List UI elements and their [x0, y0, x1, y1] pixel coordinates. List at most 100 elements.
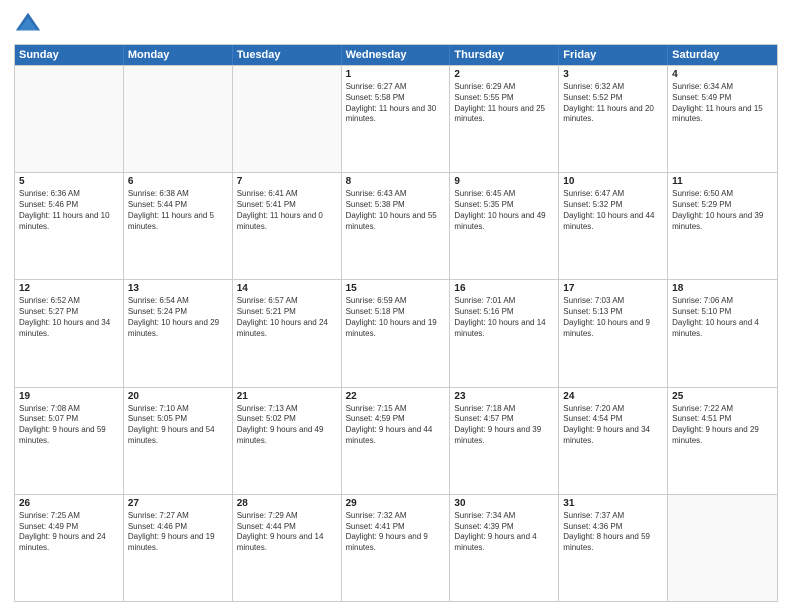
- cell-info: Sunrise: 6:52 AM Sunset: 5:27 PM Dayligh…: [19, 296, 119, 339]
- calendar-row: 26 Sunrise: 7:25 AM Sunset: 4:49 PM Dayli…: [15, 494, 777, 601]
- calendar-cell: 21 Sunrise: 7:13 AM Sunset: 5:02 PM Dayli…: [233, 388, 342, 494]
- cell-info: Sunrise: 6:41 AM Sunset: 5:41 PM Dayligh…: [237, 189, 337, 232]
- cell-info: Sunrise: 7:13 AM Sunset: 5:02 PM Dayligh…: [237, 404, 337, 447]
- day-number: 22: [346, 391, 446, 402]
- cell-info: Sunrise: 7:06 AM Sunset: 5:10 PM Dayligh…: [672, 296, 773, 339]
- calendar-cell: [668, 495, 777, 601]
- day-number: 12: [19, 283, 119, 294]
- calendar-cell: 2Sunrise: 6:29 AM Sunset: 5:55 PM Daylig…: [450, 66, 559, 172]
- day-number: 5: [19, 176, 119, 187]
- calendar-cell: 23 Sunrise: 7:18 AM Sunset: 4:57 PM Dayli…: [450, 388, 559, 494]
- calendar-cell: 16 Sunrise: 7:01 AM Sunset: 5:16 PM Dayli…: [450, 280, 559, 386]
- cell-info: Sunrise: 7:34 AM Sunset: 4:39 PM Dayligh…: [454, 511, 554, 554]
- cell-info: Sunrise: 7:27 AM Sunset: 4:46 PM Dayligh…: [128, 511, 228, 554]
- weekday-header: Monday: [124, 45, 233, 65]
- logo-icon: [14, 10, 42, 38]
- calendar-cell: 18 Sunrise: 7:06 AM Sunset: 5:10 PM Dayli…: [668, 280, 777, 386]
- day-number: 6: [128, 176, 228, 187]
- cell-info: Sunrise: 7:18 AM Sunset: 4:57 PM Dayligh…: [454, 404, 554, 447]
- cell-info: Sunrise: 7:25 AM Sunset: 4:49 PM Dayligh…: [19, 511, 119, 554]
- cell-info: Sunrise: 6:47 AM Sunset: 5:32 PM Dayligh…: [563, 189, 663, 232]
- weekday-header: Tuesday: [233, 45, 342, 65]
- calendar-cell: 13 Sunrise: 6:54 AM Sunset: 5:24 PM Dayli…: [124, 280, 233, 386]
- weekday-header: Thursday: [450, 45, 559, 65]
- cell-info: Sunrise: 7:29 AM Sunset: 4:44 PM Dayligh…: [237, 511, 337, 554]
- cell-info: Sunrise: 6:43 AM Sunset: 5:38 PM Dayligh…: [346, 189, 446, 232]
- calendar-cell: 27 Sunrise: 7:27 AM Sunset: 4:46 PM Dayli…: [124, 495, 233, 601]
- day-number: 7: [237, 176, 337, 187]
- day-number: 19: [19, 391, 119, 402]
- calendar-cell: 19 Sunrise: 7:08 AM Sunset: 5:07 PM Dayli…: [15, 388, 124, 494]
- calendar-row: 5 Sunrise: 6:36 AM Sunset: 5:46 PM Daylig…: [15, 172, 777, 279]
- cell-info: Sunrise: 6:45 AM Sunset: 5:35 PM Dayligh…: [454, 189, 554, 232]
- day-number: 21: [237, 391, 337, 402]
- calendar-cell: 9 Sunrise: 6:45 AM Sunset: 5:35 PM Daylig…: [450, 173, 559, 279]
- calendar-cell: 10 Sunrise: 6:47 AM Sunset: 5:32 PM Dayli…: [559, 173, 668, 279]
- day-number: 16: [454, 283, 554, 294]
- calendar-header: SundayMondayTuesdayWednesdayThursdayFrid…: [15, 45, 777, 65]
- cell-info: Sunrise: 7:10 AM Sunset: 5:05 PM Dayligh…: [128, 404, 228, 447]
- cell-info: Sunrise: 7:20 AM Sunset: 4:54 PM Dayligh…: [563, 404, 663, 447]
- calendar-cell: 11 Sunrise: 6:50 AM Sunset: 5:29 PM Dayli…: [668, 173, 777, 279]
- calendar-page: SundayMondayTuesdayWednesdayThursdayFrid…: [0, 0, 792, 612]
- cell-info: Sunrise: 6:29 AM Sunset: 5:55 PM Dayligh…: [454, 82, 554, 125]
- calendar: SundayMondayTuesdayWednesdayThursdayFrid…: [14, 44, 778, 602]
- cell-info: Sunrise: 6:36 AM Sunset: 5:46 PM Dayligh…: [19, 189, 119, 232]
- day-number: 25: [672, 391, 773, 402]
- calendar-cell: 26 Sunrise: 7:25 AM Sunset: 4:49 PM Dayli…: [15, 495, 124, 601]
- day-number: 30: [454, 498, 554, 509]
- weekday-header: Wednesday: [342, 45, 451, 65]
- day-number: 24: [563, 391, 663, 402]
- cell-info: Sunrise: 6:34 AM Sunset: 5:49 PM Dayligh…: [672, 82, 773, 125]
- calendar-cell: 8 Sunrise: 6:43 AM Sunset: 5:38 PM Daylig…: [342, 173, 451, 279]
- calendar-cell: [233, 66, 342, 172]
- calendar-row: 19 Sunrise: 7:08 AM Sunset: 5:07 PM Dayli…: [15, 387, 777, 494]
- day-number: 20: [128, 391, 228, 402]
- calendar-cell: [15, 66, 124, 172]
- day-number: 9: [454, 176, 554, 187]
- cell-info: Sunrise: 7:37 AM Sunset: 4:36 PM Dayligh…: [563, 511, 663, 554]
- day-number: 1: [346, 69, 446, 80]
- calendar-cell: 1 Sunrise: 6:27 AM Sunset: 5:58 PM Daylig…: [342, 66, 451, 172]
- calendar-cell: 15 Sunrise: 6:59 AM Sunset: 5:18 PM Dayli…: [342, 280, 451, 386]
- day-number: 26: [19, 498, 119, 509]
- cell-info: Sunrise: 7:22 AM Sunset: 4:51 PM Dayligh…: [672, 404, 773, 447]
- calendar-cell: 22Sunrise: 7:15 AM Sunset: 4:59 PM Dayli…: [342, 388, 451, 494]
- day-number: 15: [346, 283, 446, 294]
- cell-info: Sunrise: 6:57 AM Sunset: 5:21 PM Dayligh…: [237, 296, 337, 339]
- day-number: 14: [237, 283, 337, 294]
- day-number: 29: [346, 498, 446, 509]
- day-number: 27: [128, 498, 228, 509]
- day-number: 23: [454, 391, 554, 402]
- calendar-cell: 20 Sunrise: 7:10 AM Sunset: 5:05 PM Dayli…: [124, 388, 233, 494]
- logo: [14, 10, 46, 38]
- calendar-cell: 29 Sunrise: 7:32 AM Sunset: 4:41 PM Dayli…: [342, 495, 451, 601]
- calendar-body: 1 Sunrise: 6:27 AM Sunset: 5:58 PM Daylig…: [15, 65, 777, 601]
- calendar-cell: 7 Sunrise: 6:41 AM Sunset: 5:41 PM Daylig…: [233, 173, 342, 279]
- calendar-cell: 14 Sunrise: 6:57 AM Sunset: 5:21 PM Dayli…: [233, 280, 342, 386]
- weekday-header: Sunday: [15, 45, 124, 65]
- day-number: 28: [237, 498, 337, 509]
- cell-info: Sunrise: 7:03 AM Sunset: 5:13 PM Dayligh…: [563, 296, 663, 339]
- day-number: 10: [563, 176, 663, 187]
- cell-info: Sunrise: 6:59 AM Sunset: 5:18 PM Dayligh…: [346, 296, 446, 339]
- cell-info: Sunrise: 7:08 AM Sunset: 5:07 PM Dayligh…: [19, 404, 119, 447]
- cell-info: Sunrise: 6:27 AM Sunset: 5:58 PM Dayligh…: [346, 82, 446, 125]
- cell-info: Sunrise: 7:32 AM Sunset: 4:41 PM Dayligh…: [346, 511, 446, 554]
- cell-info: Sunrise: 7:01 AM Sunset: 5:16 PM Dayligh…: [454, 296, 554, 339]
- cell-info: Sunrise: 6:54 AM Sunset: 5:24 PM Dayligh…: [128, 296, 228, 339]
- day-number: 11: [672, 176, 773, 187]
- calendar-cell: [124, 66, 233, 172]
- cell-info: Sunrise: 6:50 AM Sunset: 5:29 PM Dayligh…: [672, 189, 773, 232]
- calendar-cell: 24 Sunrise: 7:20 AM Sunset: 4:54 PM Dayli…: [559, 388, 668, 494]
- cell-info: Sunrise: 6:38 AM Sunset: 5:44 PM Dayligh…: [128, 189, 228, 232]
- calendar-cell: 12 Sunrise: 6:52 AM Sunset: 5:27 PM Dayli…: [15, 280, 124, 386]
- day-number: 3: [563, 69, 663, 80]
- day-number: 8: [346, 176, 446, 187]
- cell-info: Sunrise: 6:32 AM Sunset: 5:52 PM Dayligh…: [563, 82, 663, 125]
- calendar-cell: 25 Sunrise: 7:22 AM Sunset: 4:51 PM Dayli…: [668, 388, 777, 494]
- day-number: 18: [672, 283, 773, 294]
- calendar-row: 1 Sunrise: 6:27 AM Sunset: 5:58 PM Daylig…: [15, 65, 777, 172]
- calendar-row: 12 Sunrise: 6:52 AM Sunset: 5:27 PM Dayli…: [15, 279, 777, 386]
- day-number: 13: [128, 283, 228, 294]
